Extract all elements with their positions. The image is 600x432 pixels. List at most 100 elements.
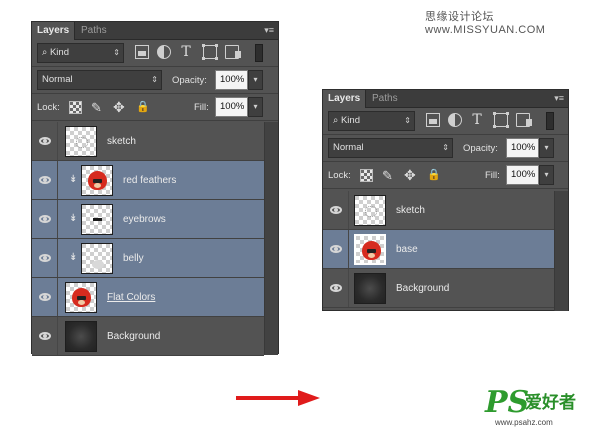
- eye-icon[interactable]: [39, 293, 51, 301]
- lock-row: Lock: ✎ ✥ 🔒 Fill: 100% ▾: [323, 162, 568, 189]
- eye-icon[interactable]: [39, 176, 51, 184]
- fill-label: Fill:: [485, 170, 500, 181]
- lock-position-icon[interactable]: ✥: [404, 168, 417, 182]
- layer-row-red-feathers[interactable]: ↡ red feathers: [32, 161, 264, 200]
- filter-kind-value: Kind: [340, 115, 360, 126]
- opacity-label: Opacity:: [172, 75, 207, 86]
- smart-object-filter-icon[interactable]: [516, 113, 532, 127]
- lock-transparent-pixels-icon[interactable]: [360, 169, 373, 182]
- lock-all-icon[interactable]: 🔒: [427, 169, 441, 182]
- filter-kind-select[interactable]: ⌕ Kind ⇕: [328, 111, 415, 131]
- red-bird-thumbnail-art: [362, 241, 381, 260]
- divider: [57, 122, 58, 160]
- image-filter-icon[interactable]: [426, 113, 440, 127]
- lock-label: Lock:: [37, 102, 60, 113]
- clipping-mask-icon: ↡: [69, 213, 78, 224]
- divider: [348, 230, 349, 268]
- divider: [348, 269, 349, 307]
- updown-icon: ⇕: [442, 143, 449, 152]
- opacity-field[interactable]: 100%: [506, 138, 539, 158]
- clipping-mask-icon: ↡: [69, 174, 78, 185]
- adjustment-filter-icon[interactable]: [448, 113, 462, 127]
- blend-mode-select[interactable]: Normal ⇕: [37, 70, 162, 90]
- layers-list: sketch base Background: [323, 191, 554, 308]
- layer-row-sketch[interactable]: sketch: [323, 191, 554, 230]
- arrow-shaft: [236, 396, 300, 400]
- lock-position-icon[interactable]: ✥: [113, 100, 126, 114]
- lock-all-icon[interactable]: 🔒: [136, 101, 150, 114]
- logo-url: www.psahz.com: [495, 418, 553, 427]
- layer-name: Background: [107, 331, 161, 342]
- fill-field[interactable]: 100%: [506, 165, 539, 185]
- updown-icon: ⇕: [113, 48, 120, 57]
- lock-label: Lock:: [328, 170, 351, 181]
- filter-toggle-switch[interactable]: [255, 44, 263, 62]
- tab-paths[interactable]: Paths: [76, 22, 112, 40]
- image-filter-icon[interactable]: [135, 45, 149, 59]
- eyebrows-thumbnail-art: [93, 218, 102, 221]
- fill-dropdown-button[interactable]: ▾: [248, 97, 263, 117]
- logo-mark: PS: [485, 385, 530, 420]
- tab-layers[interactable]: Layers: [32, 22, 76, 40]
- sketch-thumbnail-art: [76, 137, 88, 148]
- divider: [57, 278, 58, 316]
- type-filter-icon[interactable]: T: [470, 113, 484, 127]
- search-icon: ⌕: [42, 47, 50, 58]
- layer-row-eyebrows[interactable]: ↡ eyebrows: [32, 200, 264, 239]
- layer-thumbnail: [65, 321, 97, 352]
- eye-icon[interactable]: [330, 206, 342, 214]
- red-bird-thumbnail-art: [72, 288, 91, 307]
- divider: [57, 200, 58, 238]
- tab-layers[interactable]: Layers: [323, 90, 367, 108]
- layer-name: Background: [396, 283, 450, 294]
- eye-icon[interactable]: [39, 215, 51, 223]
- sketch-thumbnail-art: [365, 206, 377, 217]
- eye-icon[interactable]: [39, 254, 51, 262]
- tab-paths[interactable]: Paths: [367, 90, 403, 108]
- layer-thumbnail: [81, 204, 113, 235]
- eye-icon[interactable]: [330, 284, 342, 292]
- filter-toggle-switch[interactable]: [546, 112, 554, 130]
- layer-row-background[interactable]: Background: [323, 269, 554, 308]
- layer-row-base[interactable]: base: [323, 230, 554, 269]
- eye-icon[interactable]: [330, 245, 342, 253]
- logo-chinese-text: 爱好者: [525, 393, 576, 412]
- eye-icon[interactable]: [39, 137, 51, 145]
- smart-object-filter-icon[interactable]: [225, 45, 241, 59]
- filter-kind-select[interactable]: ⌕ Kind ⇕: [37, 43, 124, 63]
- opacity-field[interactable]: 100%: [215, 70, 248, 90]
- layers-panel-before: Layers Paths ▾≡ ⌕ Kind ⇕ T Normal ⇕ Opacit…: [31, 21, 279, 356]
- filter-kind-value: Kind: [49, 47, 69, 58]
- shape-filter-icon[interactable]: [493, 112, 508, 127]
- layer-name: sketch: [396, 205, 425, 216]
- blend-row: Normal ⇕ Opacity: 100% ▾: [323, 135, 568, 162]
- layer-row-belly[interactable]: ↡ belly: [32, 239, 264, 278]
- layer-row-sketch[interactable]: sketch: [32, 122, 264, 161]
- lock-image-pixels-icon[interactable]: ✎: [382, 169, 395, 182]
- filter-row: ⌕ Kind ⇕ T: [323, 108, 568, 135]
- eye-icon[interactable]: [39, 332, 51, 340]
- blend-mode-select[interactable]: Normal ⇕: [328, 138, 453, 158]
- layers-scrollbar[interactable]: [554, 191, 568, 311]
- layer-thumbnail: [354, 234, 386, 265]
- lock-image-pixels-icon[interactable]: ✎: [91, 101, 104, 114]
- fill-field[interactable]: 100%: [215, 97, 248, 117]
- layer-thumbnail: [65, 282, 97, 313]
- panel-menu-icon[interactable]: ▾≡: [550, 93, 564, 103]
- shape-filter-icon[interactable]: [202, 44, 217, 59]
- panel-tab-bar: Layers Paths ▾≡: [32, 22, 278, 40]
- opacity-dropdown-button[interactable]: ▾: [248, 70, 263, 90]
- layer-row-background[interactable]: Background: [32, 317, 264, 356]
- adjustment-filter-icon[interactable]: [157, 45, 171, 59]
- layers-list: sketch ↡ red feathers ↡ eyebrows ↡ belly…: [32, 122, 264, 356]
- opacity-dropdown-button[interactable]: ▾: [539, 138, 554, 158]
- fill-dropdown-button[interactable]: ▾: [539, 165, 554, 185]
- layers-scrollbar[interactable]: [264, 122, 278, 355]
- panel-menu-icon[interactable]: ▾≡: [260, 25, 274, 35]
- layer-row-flat-colors[interactable]: Flat Colors: [32, 278, 264, 317]
- divider: [57, 161, 58, 199]
- lock-transparent-pixels-icon[interactable]: [69, 101, 82, 114]
- type-filter-icon[interactable]: T: [179, 45, 193, 59]
- layer-name: belly: [123, 253, 144, 264]
- layer-name: sketch: [107, 136, 136, 147]
